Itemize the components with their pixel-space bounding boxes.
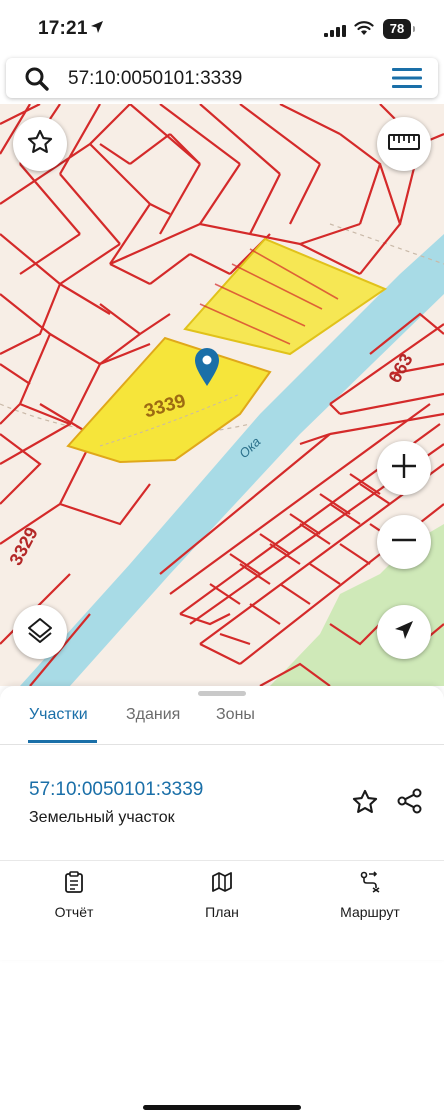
result-type: Земельный участок bbox=[29, 809, 175, 826]
cadastral-map[interactable]: 3339 Ока 3329 663 bbox=[0, 104, 444, 686]
bottom-navigation: Отчёт План Маршрут bbox=[0, 860, 444, 1110]
home-indicator[interactable] bbox=[143, 1105, 301, 1110]
status-bar: 17:21 78 bbox=[0, 0, 444, 56]
search-bar bbox=[6, 58, 438, 98]
zoom-in-icon bbox=[390, 452, 418, 485]
bottom-sheet: Участки Здания Зоны 57:10:0050101:3339 З… bbox=[0, 686, 444, 1110]
star-icon[interactable] bbox=[351, 788, 379, 821]
favorite-map-button[interactable] bbox=[13, 117, 67, 171]
result-list-item[interactable]: 57:10:0050101:3339 Земельный участок bbox=[0, 745, 444, 859]
sheet-drag-handle[interactable] bbox=[198, 691, 246, 696]
tab-buildings[interactable]: Здания bbox=[126, 706, 180, 724]
share-icon[interactable] bbox=[396, 787, 424, 820]
hamburger-menu-icon[interactable] bbox=[390, 67, 424, 94]
location-arrow-icon bbox=[90, 20, 104, 39]
status-time: 17:21 bbox=[38, 18, 88, 39]
search-input[interactable] bbox=[66, 62, 370, 96]
report-clipboard-icon bbox=[24, 871, 124, 898]
map-plan-icon bbox=[172, 871, 272, 898]
star-icon bbox=[26, 128, 54, 161]
tab-zones[interactable]: Зоны bbox=[216, 706, 255, 724]
tab-bar: Участки Здания Зоны bbox=[0, 700, 444, 745]
cellular-signal-icon bbox=[324, 24, 346, 42]
layers-button[interactable] bbox=[13, 605, 67, 659]
locate-arrow-icon bbox=[392, 618, 416, 647]
tab-parcels[interactable]: Участки bbox=[29, 706, 88, 724]
wifi-icon bbox=[354, 20, 374, 41]
map-canvas[interactable] bbox=[0, 104, 444, 686]
search-icon[interactable] bbox=[24, 66, 50, 97]
nav-plan[interactable]: План bbox=[172, 871, 272, 920]
zoom-out-icon bbox=[390, 526, 418, 559]
measure-button[interactable] bbox=[377, 117, 431, 171]
route-icon bbox=[320, 871, 420, 898]
layers-icon bbox=[26, 616, 54, 649]
locate-me-button[interactable] bbox=[377, 605, 431, 659]
zoom-in-button[interactable] bbox=[377, 441, 431, 495]
result-cadastral-number[interactable]: 57:10:0050101:3339 bbox=[29, 779, 203, 801]
zoom-out-button[interactable] bbox=[377, 515, 431, 569]
nav-report[interactable]: Отчёт bbox=[24, 871, 124, 920]
nav-route-label: Маршрут bbox=[340, 904, 400, 920]
nav-report-label: Отчёт bbox=[54, 904, 94, 920]
battery-icon: 78 bbox=[383, 19, 415, 39]
nav-route[interactable]: Маршрут bbox=[320, 871, 420, 920]
ruler-icon bbox=[388, 133, 420, 156]
active-tab-indicator bbox=[28, 740, 97, 743]
nav-plan-label: План bbox=[205, 904, 239, 920]
